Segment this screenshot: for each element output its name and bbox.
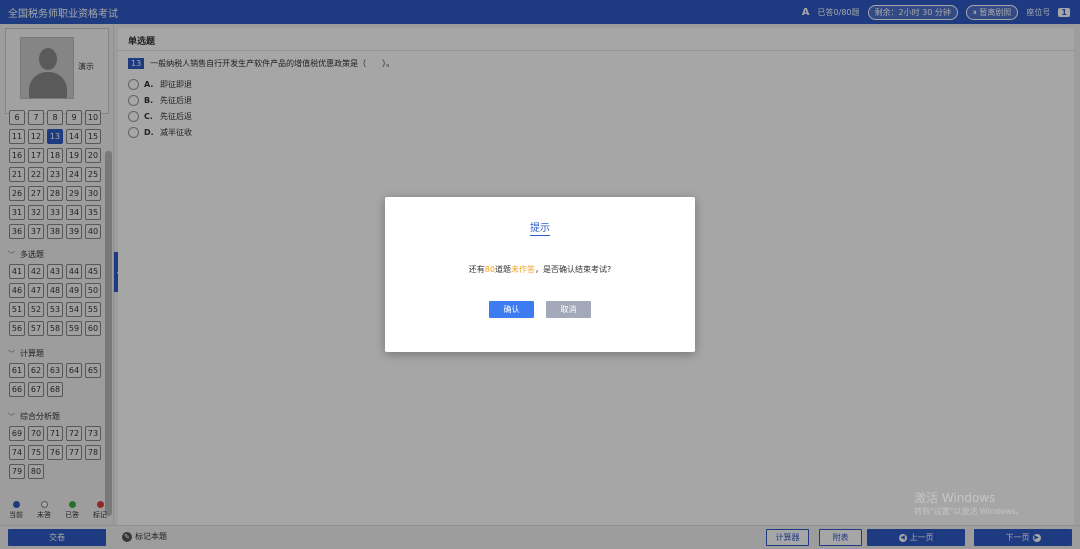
msg-middle: 道题 — [494, 265, 511, 274]
msg-suffix: ，是否确认结束考试? — [534, 265, 612, 274]
msg-unanswered: 未作答 — [510, 265, 535, 274]
dialog-message: 还有80道题未作答，是否确认结束考试? — [385, 264, 695, 275]
dialog-title: 提示 — [385, 219, 695, 236]
watermark-line2: 转到"设置"以激活 Windows。 — [914, 507, 1024, 516]
watermark-line1: 激活 Windows — [914, 491, 996, 505]
windows-activation-watermark: 激活 Windows 转到"设置"以激活 Windows。 — [914, 492, 1024, 518]
msg-prefix: 还有 — [468, 265, 485, 274]
dialog-title-text: 提示 — [530, 223, 550, 236]
confirm-dialog: 提示 还有80道题未作答，是否确认结束考试? 确认 取消 — [385, 197, 695, 352]
confirm-button[interactable]: 确认 — [489, 301, 534, 318]
msg-count: 80 — [484, 265, 495, 274]
cancel-button[interactable]: 取消 — [546, 301, 591, 318]
